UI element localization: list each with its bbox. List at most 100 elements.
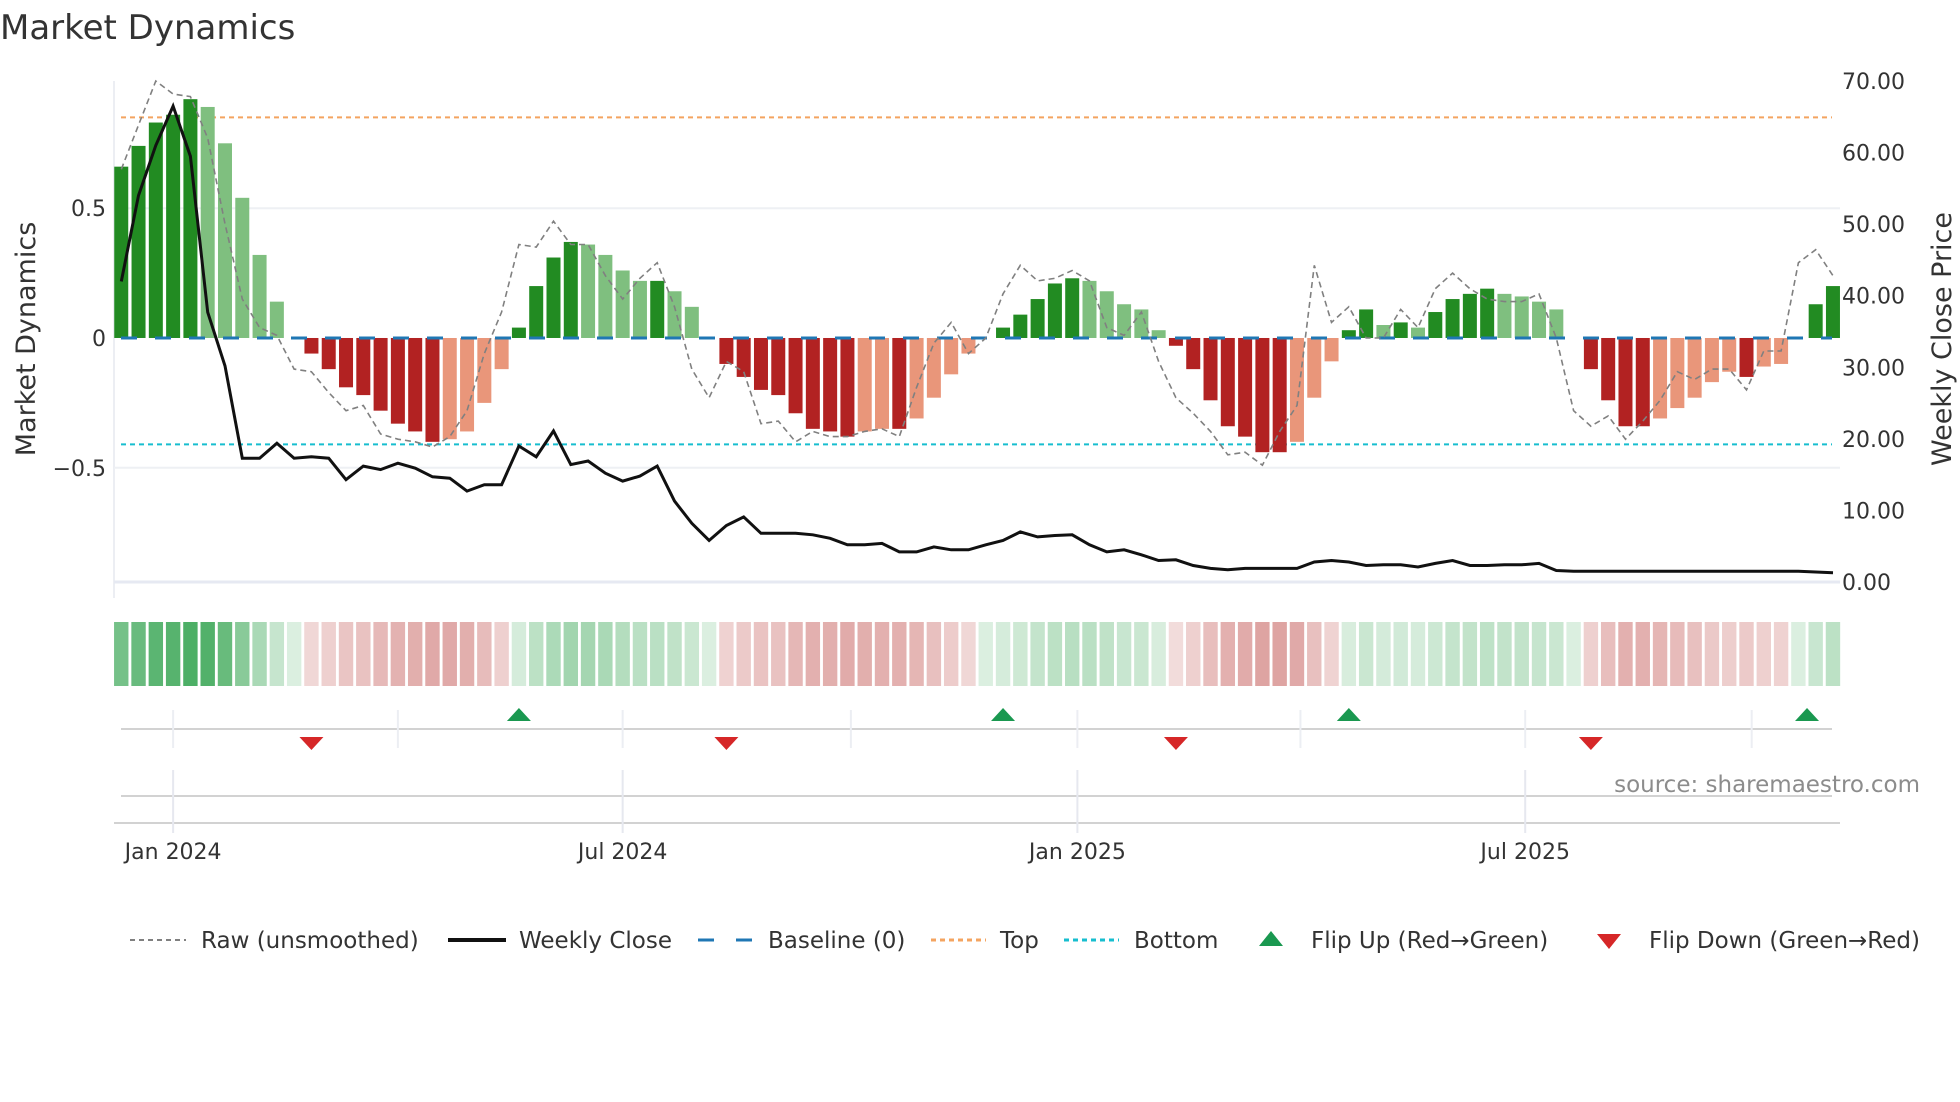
heat-strip-cell xyxy=(650,622,665,686)
heat-strip-cell xyxy=(1687,622,1702,686)
heat-strip-cell xyxy=(753,622,769,686)
flip-up-marker xyxy=(506,708,531,721)
legend-label: Flip Down (Green→Red) xyxy=(1649,928,1920,954)
heat-strip-cell xyxy=(373,622,388,686)
legend-label: Raw (unsmoothed) xyxy=(201,928,419,954)
legend-item-raw: Raw (unsmoothed) xyxy=(130,928,419,954)
flip-down-marker xyxy=(299,737,324,750)
dynamics-bar xyxy=(1704,337,1719,383)
dynamics-bar xyxy=(1013,314,1028,338)
heat-strip-cell xyxy=(1255,622,1270,686)
heat-strip-cell xyxy=(442,622,457,686)
market-dynamics-chart: Market Dynamics Market Dynamics Weekly C… xyxy=(0,8,1958,954)
heat-strip-cell xyxy=(1531,622,1547,686)
heat-strip-cell xyxy=(1773,622,1789,686)
heat-strip-cell xyxy=(1099,622,1114,686)
heat-strip-cell xyxy=(805,622,821,686)
heat-strip-cell xyxy=(1134,622,1149,686)
dynamics-bar xyxy=(390,337,405,424)
dynamics-bar xyxy=(494,337,509,370)
source-label: source: sharemaestro.com xyxy=(1614,772,1920,798)
y2-axis-label: Weekly Close Price xyxy=(1927,212,1958,466)
dynamics-bar xyxy=(1514,296,1529,338)
heat-strip xyxy=(114,622,1841,686)
heat-strip-cell xyxy=(1047,622,1063,686)
legend-label: Baseline (0) xyxy=(768,928,905,954)
dynamics-bar xyxy=(1601,337,1616,401)
heat-strip-cell xyxy=(1376,622,1391,686)
dynamics-bar xyxy=(1203,337,1218,401)
heat-strip-cell xyxy=(1704,622,1720,686)
dynamics-bar xyxy=(1445,299,1460,338)
legend-label: Bottom xyxy=(1134,928,1218,954)
heat-strip-cell xyxy=(1428,622,1443,686)
dynamics-bar xyxy=(183,99,198,338)
dynamics-bar xyxy=(736,337,751,377)
y2-tick-label: 30.00 xyxy=(1842,356,1905,381)
dynamics-bar xyxy=(511,327,526,338)
dynamics-bar xyxy=(944,337,959,375)
x-tick-label: Jul 2024 xyxy=(576,840,668,865)
dynamics-bar xyxy=(1117,304,1132,338)
dynamics-bar xyxy=(339,337,354,388)
dynamics-bar xyxy=(996,327,1011,338)
flip-down-marker xyxy=(1578,737,1603,750)
heat-strip-cell xyxy=(1341,622,1357,686)
y2-tick-label: 40.00 xyxy=(1842,285,1905,310)
heat-strip-cell xyxy=(701,622,717,686)
heat-strip-cell xyxy=(511,622,527,686)
dynamics-bar xyxy=(1186,337,1201,370)
dynamics-bar xyxy=(875,337,890,429)
dynamics-bar xyxy=(615,270,630,338)
flip-up-marker xyxy=(1336,708,1361,721)
x-tick-label: Jul 2025 xyxy=(1478,840,1570,865)
heat-strip-cell xyxy=(1583,622,1599,686)
heat-strip-cell xyxy=(1203,622,1218,686)
heat-strip-cell xyxy=(598,622,613,686)
heat-strip-cell xyxy=(425,622,440,686)
heat-strip-cell xyxy=(1514,622,1529,686)
flip-markers xyxy=(121,708,1832,750)
heat-strip-cell xyxy=(892,622,907,686)
y2-tick-label: 50.00 xyxy=(1842,213,1905,238)
flip-up-marker xyxy=(1795,708,1820,721)
dynamics-bar xyxy=(909,337,924,419)
heat-strip-cell xyxy=(943,622,959,686)
y2-tick-label: 0.00 xyxy=(1842,571,1891,596)
heat-strip-cell xyxy=(1030,622,1045,686)
legend-item-close: Weekly Close xyxy=(448,928,672,954)
heat-strip-cell xyxy=(1549,622,1564,686)
heat-strip-cell xyxy=(857,622,872,686)
dynamics-bar xyxy=(1411,327,1425,338)
dynamics-bar xyxy=(1635,337,1650,427)
heat-strip-cell xyxy=(304,622,319,686)
flip-down-icon xyxy=(1597,934,1621,949)
y2-tick-label: 10.00 xyxy=(1842,499,1905,524)
legend-item-flip_up: Flip Up (Red→Green) xyxy=(1259,928,1548,954)
dynamics-bar xyxy=(1082,280,1097,338)
dynamics-bar xyxy=(304,337,319,354)
heat-strip-cell xyxy=(286,622,302,686)
flip-down-marker xyxy=(714,737,739,750)
dynamics-bar xyxy=(1722,337,1737,372)
dynamics-bar xyxy=(373,337,388,411)
dynamics-bar xyxy=(1687,337,1702,398)
heat-strip-cell xyxy=(1237,622,1253,686)
gridlines xyxy=(113,81,1840,598)
series-lines xyxy=(119,79,1834,575)
heat-strip-cell xyxy=(252,622,267,686)
heat-strip-cell xyxy=(909,622,924,686)
dynamics-bar xyxy=(1618,337,1633,427)
heat-strip-cell xyxy=(1635,622,1650,686)
dynamics-bar xyxy=(1825,286,1840,338)
legend-item-bottom: Bottom xyxy=(1064,928,1218,954)
heat-strip-cell xyxy=(321,622,336,686)
dynamics-bar xyxy=(1393,322,1408,338)
x-axis: Jan 2024 Jul 2024 Jan 2025 Jul 2025 xyxy=(114,710,1840,865)
dynamics-bar xyxy=(1238,337,1253,437)
heat-strip-cell xyxy=(961,622,976,686)
heat-strip-cell xyxy=(771,622,786,686)
dynamics-bar xyxy=(1583,337,1598,370)
heat-strip-cell xyxy=(407,622,423,686)
dynamics-bar xyxy=(166,114,181,338)
